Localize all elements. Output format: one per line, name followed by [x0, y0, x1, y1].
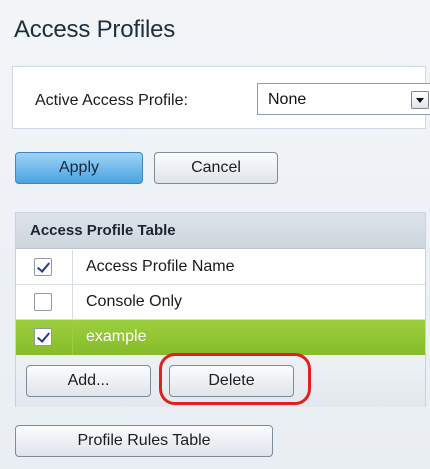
active-profile-select[interactable]: None	[257, 83, 430, 115]
active-profile-label: Active Access Profile:	[35, 92, 188, 109]
column-header-name[interactable]: Access Profile Name	[86, 258, 235, 276]
add-button[interactable]: Add...	[26, 365, 151, 397]
chevron-down-icon[interactable]	[411, 91, 429, 109]
checkbox-cell	[16, 250, 73, 284]
table-header: Access Profile Table	[16, 213, 425, 249]
table-row-selected[interactable]: example	[16, 320, 425, 355]
table-row[interactable]: Console Only	[16, 285, 425, 320]
checkbox-cell	[16, 320, 73, 355]
checkbox-cell	[16, 285, 73, 319]
active-profile-value: None	[268, 91, 307, 108]
delete-highlight-annotation	[159, 353, 311, 405]
table-title: Access Profile Table	[30, 222, 176, 239]
apply-button[interactable]: Apply	[15, 152, 143, 184]
column-header-row: Access Profile Name	[16, 250, 425, 285]
profile-name: example	[86, 328, 147, 345]
row-checkbox[interactable]	[34, 293, 52, 311]
page-title: Access Profiles	[14, 16, 176, 43]
row-checkbox[interactable]	[34, 328, 52, 346]
access-profile-table: Access Profile Table Access Profile Name…	[15, 212, 426, 407]
profile-rules-table-button[interactable]: Profile Rules Table	[15, 425, 273, 457]
select-all-checkbox[interactable]	[34, 258, 52, 276]
cancel-button[interactable]: Cancel	[154, 152, 278, 184]
profile-name: Console Only	[86, 293, 183, 310]
page: Access Profiles Active Access Profile: N…	[0, 0, 430, 469]
active-profile-panel: Active Access Profile: None	[12, 66, 430, 129]
